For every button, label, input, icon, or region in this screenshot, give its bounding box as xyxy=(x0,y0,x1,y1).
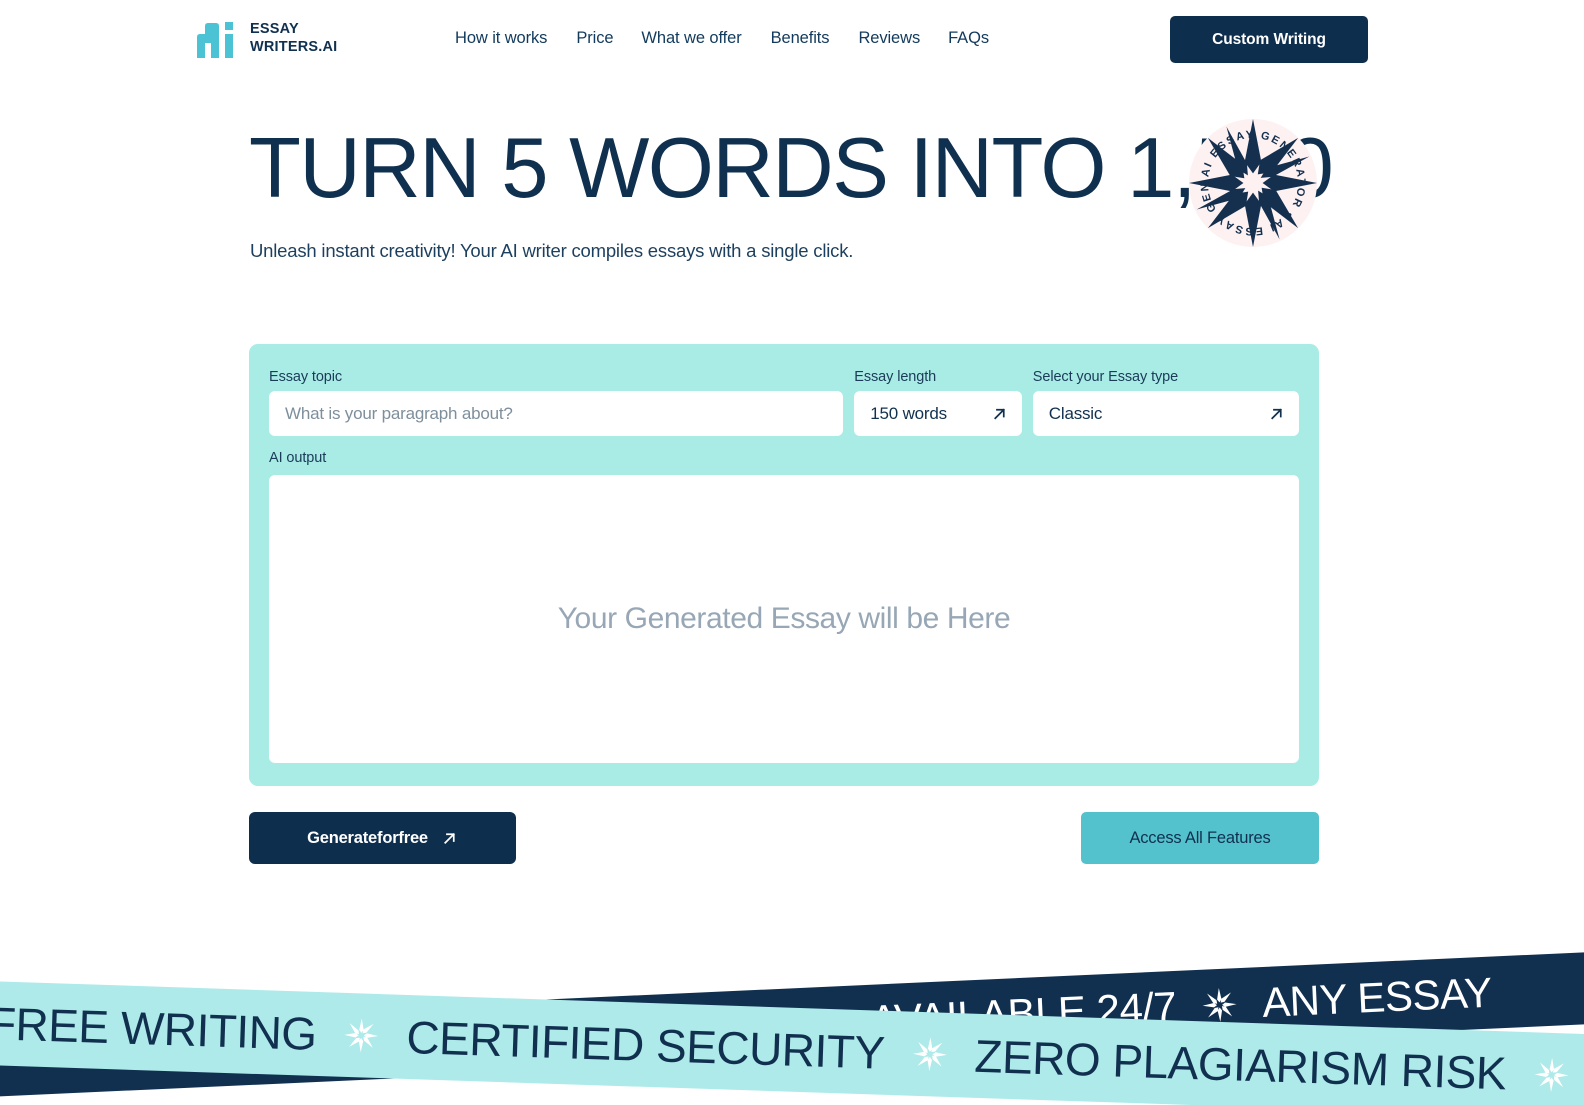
logo-line-1: ESSAY xyxy=(250,20,299,37)
essay-type-select[interactable]: Classic xyxy=(1032,391,1299,436)
ai-output-area[interactable]: Your Generated Essay will be Here xyxy=(269,475,1299,763)
arrow-up-right-icon xyxy=(993,408,1005,419)
starburst-icon xyxy=(912,1037,947,1072)
generate-for-free-button[interactable]: Generateforfree xyxy=(249,812,516,864)
essay-topic-field-group: Essay topic xyxy=(269,369,844,436)
essay-length-select[interactable]: 150 words xyxy=(854,391,1022,436)
ai-output-label: AI output xyxy=(269,450,327,466)
feature-marquee-zone: AVAILABLE 24/7 ANY ESSAY R-FREE WRITING … xyxy=(0,930,1584,1105)
essay-type-value: Classic xyxy=(1048,403,1103,423)
nav-item-what-we-offer[interactable]: What we offer xyxy=(641,29,770,48)
marquee-light-item-2: ZERO PLAGIARISM RISK xyxy=(973,1029,1507,1100)
site-logo[interactable]: ESSAY WRITERS.AI xyxy=(194,17,337,59)
generator-inputs-row: Essay topic Essay length 150 words Selec… xyxy=(269,369,1299,436)
logo-line-2: WRITERS.AI xyxy=(250,39,338,55)
starburst-icon xyxy=(1202,987,1237,1022)
essay-length-label: Essay length xyxy=(854,369,937,385)
arrow-up-right-icon xyxy=(443,832,455,844)
nav-item-reviews[interactable]: Reviews xyxy=(858,29,948,48)
nav-item-benefits[interactable]: Benefits xyxy=(771,29,859,48)
essay-length-value: 150 words xyxy=(870,403,947,423)
essay-length-field-group: Essay length 150 words xyxy=(854,369,1022,436)
essay-type-label: Select your Essay type xyxy=(1032,369,1179,385)
access-all-features-button[interactable]: Access All Features xyxy=(1081,812,1319,864)
custom-writing-button[interactable]: Custom Writing xyxy=(1170,16,1368,63)
ai-essay-generator-badge: AI ESSAY GENERATOR • AI ESSAY GENERATOR … xyxy=(1189,119,1317,247)
nav-item-faqs[interactable]: FAQs xyxy=(948,29,989,48)
page-title: TURN 5 WORDS INTO 1,500 xyxy=(249,121,1334,216)
site-header: ESSAY WRITERS.AI How it works Price What… xyxy=(0,0,1584,80)
nav-item-price[interactable]: Price xyxy=(576,29,641,48)
logo-wordmark: ESSAY WRITERS.AI xyxy=(250,20,337,57)
arrow-up-right-icon xyxy=(1271,408,1282,419)
starburst-icon xyxy=(344,1018,379,1053)
ai-logo-icon xyxy=(197,22,233,58)
essay-topic-label: Essay topic xyxy=(269,369,343,385)
main-nav: How it works Price What we offer Benefit… xyxy=(455,29,989,48)
nav-item-how-it-works[interactable]: How it works xyxy=(455,29,576,48)
page-subtitle: Unleash instant creativity! Your AI writ… xyxy=(250,240,854,261)
essay-type-field-group: Select your Essay type Classic xyxy=(1032,369,1299,436)
marquee-dark-item-1: ANY ESSAY xyxy=(1261,968,1493,1026)
generate-button-label: Generateforfree xyxy=(307,828,428,847)
essay-topic-input[interactable] xyxy=(269,391,844,436)
marquee-light-item-1: CERTIFIED SECURITY xyxy=(405,1010,886,1079)
starburst-icon xyxy=(1189,119,1317,247)
marquee-light-item-0: R-FREE WRITING xyxy=(0,995,318,1060)
starburst-icon xyxy=(1534,1057,1569,1092)
ai-output-placeholder: Your Generated Essay will be Here xyxy=(557,602,1011,635)
essay-generator-panel: Essay topic Essay length 150 words Selec… xyxy=(249,344,1319,786)
